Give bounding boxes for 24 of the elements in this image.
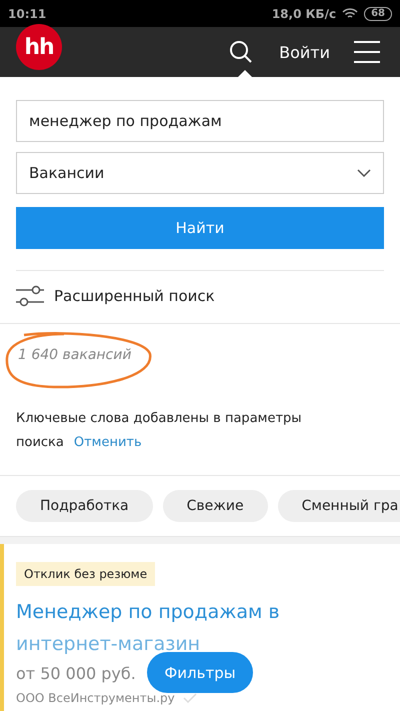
keywords-notice: Ключевые слова добавлены в параметры поиска Отменить — [16, 410, 303, 452]
filter-chip[interactable]: Сменный гра — [278, 490, 400, 522]
login-link[interactable]: Войти — [279, 42, 330, 62]
search-type-select[interactable]: Вакансии — [16, 152, 384, 194]
search-field[interactable]: менеджер по продажам — [16, 100, 384, 142]
no-resume-badge: Отклик без резюме — [16, 562, 156, 586]
sliders-icon — [16, 285, 44, 307]
battery-indicator: 68 — [364, 6, 392, 20]
filter-chip[interactable]: Свежие — [162, 490, 268, 522]
clock: 10:11 — [8, 6, 46, 20]
menu-icon[interactable] — [354, 41, 380, 63]
search-icon[interactable] — [229, 40, 254, 64]
undo-link[interactable]: Отменить — [74, 435, 142, 450]
vacancy-count: 1 640 вакансий — [18, 347, 132, 363]
company-name: ООО ВсеИнструменты.ру — [16, 691, 175, 705]
pointer-notch — [238, 70, 252, 77]
chevron-icon — [357, 169, 371, 177]
salary: от 50 000 руб. — [16, 664, 136, 683]
check-icon — [182, 693, 197, 703]
advanced-search-link[interactable]: Расширенный поиск — [0, 271, 400, 323]
filter-chip[interactable]: Подработка — [16, 490, 153, 522]
network-speed: 18,0 КБ/с — [272, 6, 336, 20]
wifi-icon — [342, 8, 358, 20]
logo[interactable]: hh — [16, 24, 62, 70]
